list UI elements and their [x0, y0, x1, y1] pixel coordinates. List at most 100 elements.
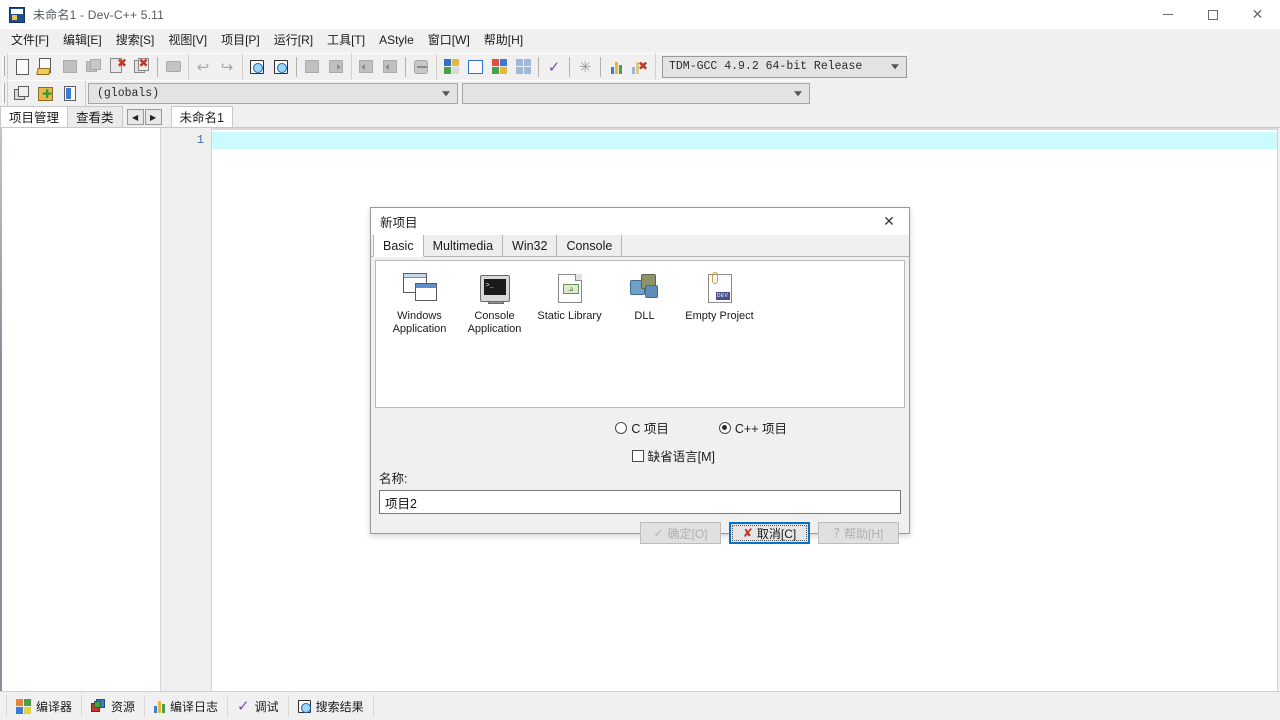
rebuild-all-icon[interactable]: [511, 55, 535, 79]
project-name-value: 项目2: [385, 493, 417, 512]
project-type-list[interactable]: Windows Application Console Application …: [375, 260, 905, 408]
menu-view[interactable]: 视图[V]: [161, 30, 214, 50]
project-type-console-application[interactable]: Console Application: [457, 269, 532, 336]
close-all-icon[interactable]: ✖: [130, 55, 154, 79]
close-icon: ✕: [883, 214, 895, 230]
toolbar-group-compiler-select: TDM-GCC 4.9.2 64-bit Release: [655, 53, 909, 79]
stop-icon[interactable]: ✳: [573, 55, 597, 79]
toolbar-grip-2[interactable]: [2, 83, 5, 103]
tab-basic[interactable]: Basic: [373, 234, 424, 257]
status-tab-compiler-label: 编译器: [36, 698, 72, 715]
radio-cpp-project[interactable]: C++ 项目: [719, 418, 787, 437]
project-type-label-line1: Static Library: [537, 310, 601, 322]
search-results-icon: [298, 700, 311, 713]
status-tab-compiler[interactable]: 编译器: [6, 695, 82, 717]
new-project-icon[interactable]: [10, 82, 34, 106]
panel-tab-class-browser[interactable]: 查看类: [67, 106, 123, 127]
project-type-windows-application[interactable]: Windows Application: [382, 269, 457, 336]
menu-astyle[interactable]: AStyle: [372, 30, 421, 50]
dev-cpp-icon: [9, 7, 25, 23]
status-tab-compile-log[interactable]: 编译日志: [145, 695, 228, 717]
redo-icon[interactable]: ↪: [215, 55, 239, 79]
project-name-input[interactable]: 项目2: [379, 490, 901, 514]
panel-tab-scroller: ◀ ▶: [127, 109, 162, 127]
toggle-breakpoint-icon[interactable]: [409, 55, 433, 79]
toolbar-grip[interactable]: [2, 56, 5, 76]
save-icon[interactable]: [58, 55, 82, 79]
scroll-right-icon[interactable]: ▶: [145, 109, 162, 125]
profile-icon[interactable]: [604, 55, 628, 79]
replace-icon[interactable]: [269, 55, 293, 79]
syntax-check-icon[interactable]: ✓: [542, 55, 566, 79]
ok-button-label: 确定[O]: [668, 525, 708, 542]
save-all-icon[interactable]: [82, 55, 106, 79]
undo-icon[interactable]: ↩: [191, 55, 215, 79]
close-button[interactable]: ✕: [1235, 0, 1280, 29]
close-file-icon[interactable]: ✖: [106, 55, 130, 79]
menu-file[interactable]: 文件[F]: [4, 30, 56, 50]
tab-multimedia[interactable]: Multimedia: [423, 234, 503, 256]
language-radio-group: C 项目 C++ 项目: [371, 418, 909, 437]
menu-run[interactable]: 运行[R]: [267, 30, 320, 50]
add-to-project-icon[interactable]: ✚: [34, 82, 58, 106]
radio-unselected-icon: [615, 422, 627, 434]
dialog-language-options: C 项目 C++ 项目 缺省语言[M]: [371, 408, 909, 464]
cancel-button-label: 取消[C]: [757, 525, 796, 542]
open-file-icon[interactable]: [34, 55, 58, 79]
project-manager-panel[interactable]: [0, 128, 161, 696]
project-type-static-library[interactable]: .a Static Library: [532, 269, 607, 323]
new-file-icon[interactable]: [10, 55, 34, 79]
menu-window[interactable]: 窗口[W]: [421, 30, 477, 50]
run-icon[interactable]: [463, 55, 487, 79]
radio-c-project[interactable]: C 项目: [615, 418, 669, 437]
scroll-left-icon[interactable]: ◀: [127, 109, 144, 125]
ok-button[interactable]: ✓ 确定[O]: [640, 522, 721, 544]
print-icon[interactable]: [161, 55, 185, 79]
goto-line-icon[interactable]: [300, 55, 324, 79]
delete-profile-icon[interactable]: ✖: [628, 55, 652, 79]
compile-icon[interactable]: [439, 55, 463, 79]
project-options-icon[interactable]: [58, 82, 82, 106]
windows-application-icon: [403, 271, 437, 305]
menu-search[interactable]: 搜索[S]: [109, 30, 162, 50]
dialog-close-button[interactable]: ✕: [869, 208, 909, 235]
toolbar-group-undo: ↩ ↪: [188, 53, 241, 79]
cancel-x-icon: ✘: [743, 526, 753, 540]
new-project-dialog: 新项目 ✕ Basic Multimedia Win32 Console Win…: [370, 207, 910, 534]
menubar: 文件[F] 编辑[E] 搜索[S] 视图[V] 项目[P] 运行[R] 工具[T…: [0, 29, 1280, 51]
menu-tools[interactable]: 工具[T]: [320, 30, 372, 50]
active-code-line[interactable]: [212, 132, 1277, 149]
globals-select[interactable]: (globals): [88, 83, 458, 104]
checkbox-default-language[interactable]: 缺省语言[M]: [632, 446, 715, 465]
compile-run-icon[interactable]: [487, 55, 511, 79]
tab-win32[interactable]: Win32: [502, 234, 557, 256]
menu-project[interactable]: 项目[P]: [214, 30, 267, 50]
window-titlebar: 未命名1 - Dev-C++ 5.11 ✕: [0, 0, 1280, 29]
back-icon[interactable]: [354, 55, 378, 79]
tab-console[interactable]: Console: [556, 234, 622, 256]
status-tab-debug[interactable]: ✓ 调试: [228, 695, 289, 717]
line-number: 1: [167, 132, 211, 149]
project-type-empty-project[interactable]: DEV Empty Project: [682, 269, 757, 323]
project-type-dll[interactable]: DLL: [607, 269, 682, 323]
maximize-button[interactable]: [1190, 0, 1235, 29]
goto-function-icon[interactable]: [324, 55, 348, 79]
menu-edit[interactable]: 编辑[E]: [56, 30, 109, 50]
toolbar-group-globals: (globals): [85, 80, 812, 106]
project-type-label-line1: Empty Project: [685, 310, 753, 322]
minimize-button[interactable]: [1145, 0, 1190, 29]
status-tab-resources-label: 资源: [111, 698, 135, 715]
find-icon[interactable]: [245, 55, 269, 79]
toolbar-group-compile: ✓ ✳ ✖: [436, 53, 654, 79]
panel-tab-project-manager[interactable]: 项目管理: [0, 106, 68, 127]
status-tab-search-results[interactable]: 搜索结果: [289, 695, 374, 717]
forward-icon[interactable]: [378, 55, 402, 79]
status-tab-resources[interactable]: 资源: [82, 695, 145, 717]
compiler-select[interactable]: TDM-GCC 4.9.2 64-bit Release: [662, 56, 907, 78]
menu-help[interactable]: 帮助[H]: [477, 30, 530, 50]
symbol-select[interactable]: [462, 83, 810, 104]
project-type-label-line1: Console: [474, 310, 514, 322]
help-button[interactable]: ? 帮助[H]: [818, 522, 899, 544]
editor-tab-untitled1[interactable]: 未命名1: [171, 106, 233, 127]
cancel-button[interactable]: ✘ 取消[C]: [729, 522, 810, 544]
